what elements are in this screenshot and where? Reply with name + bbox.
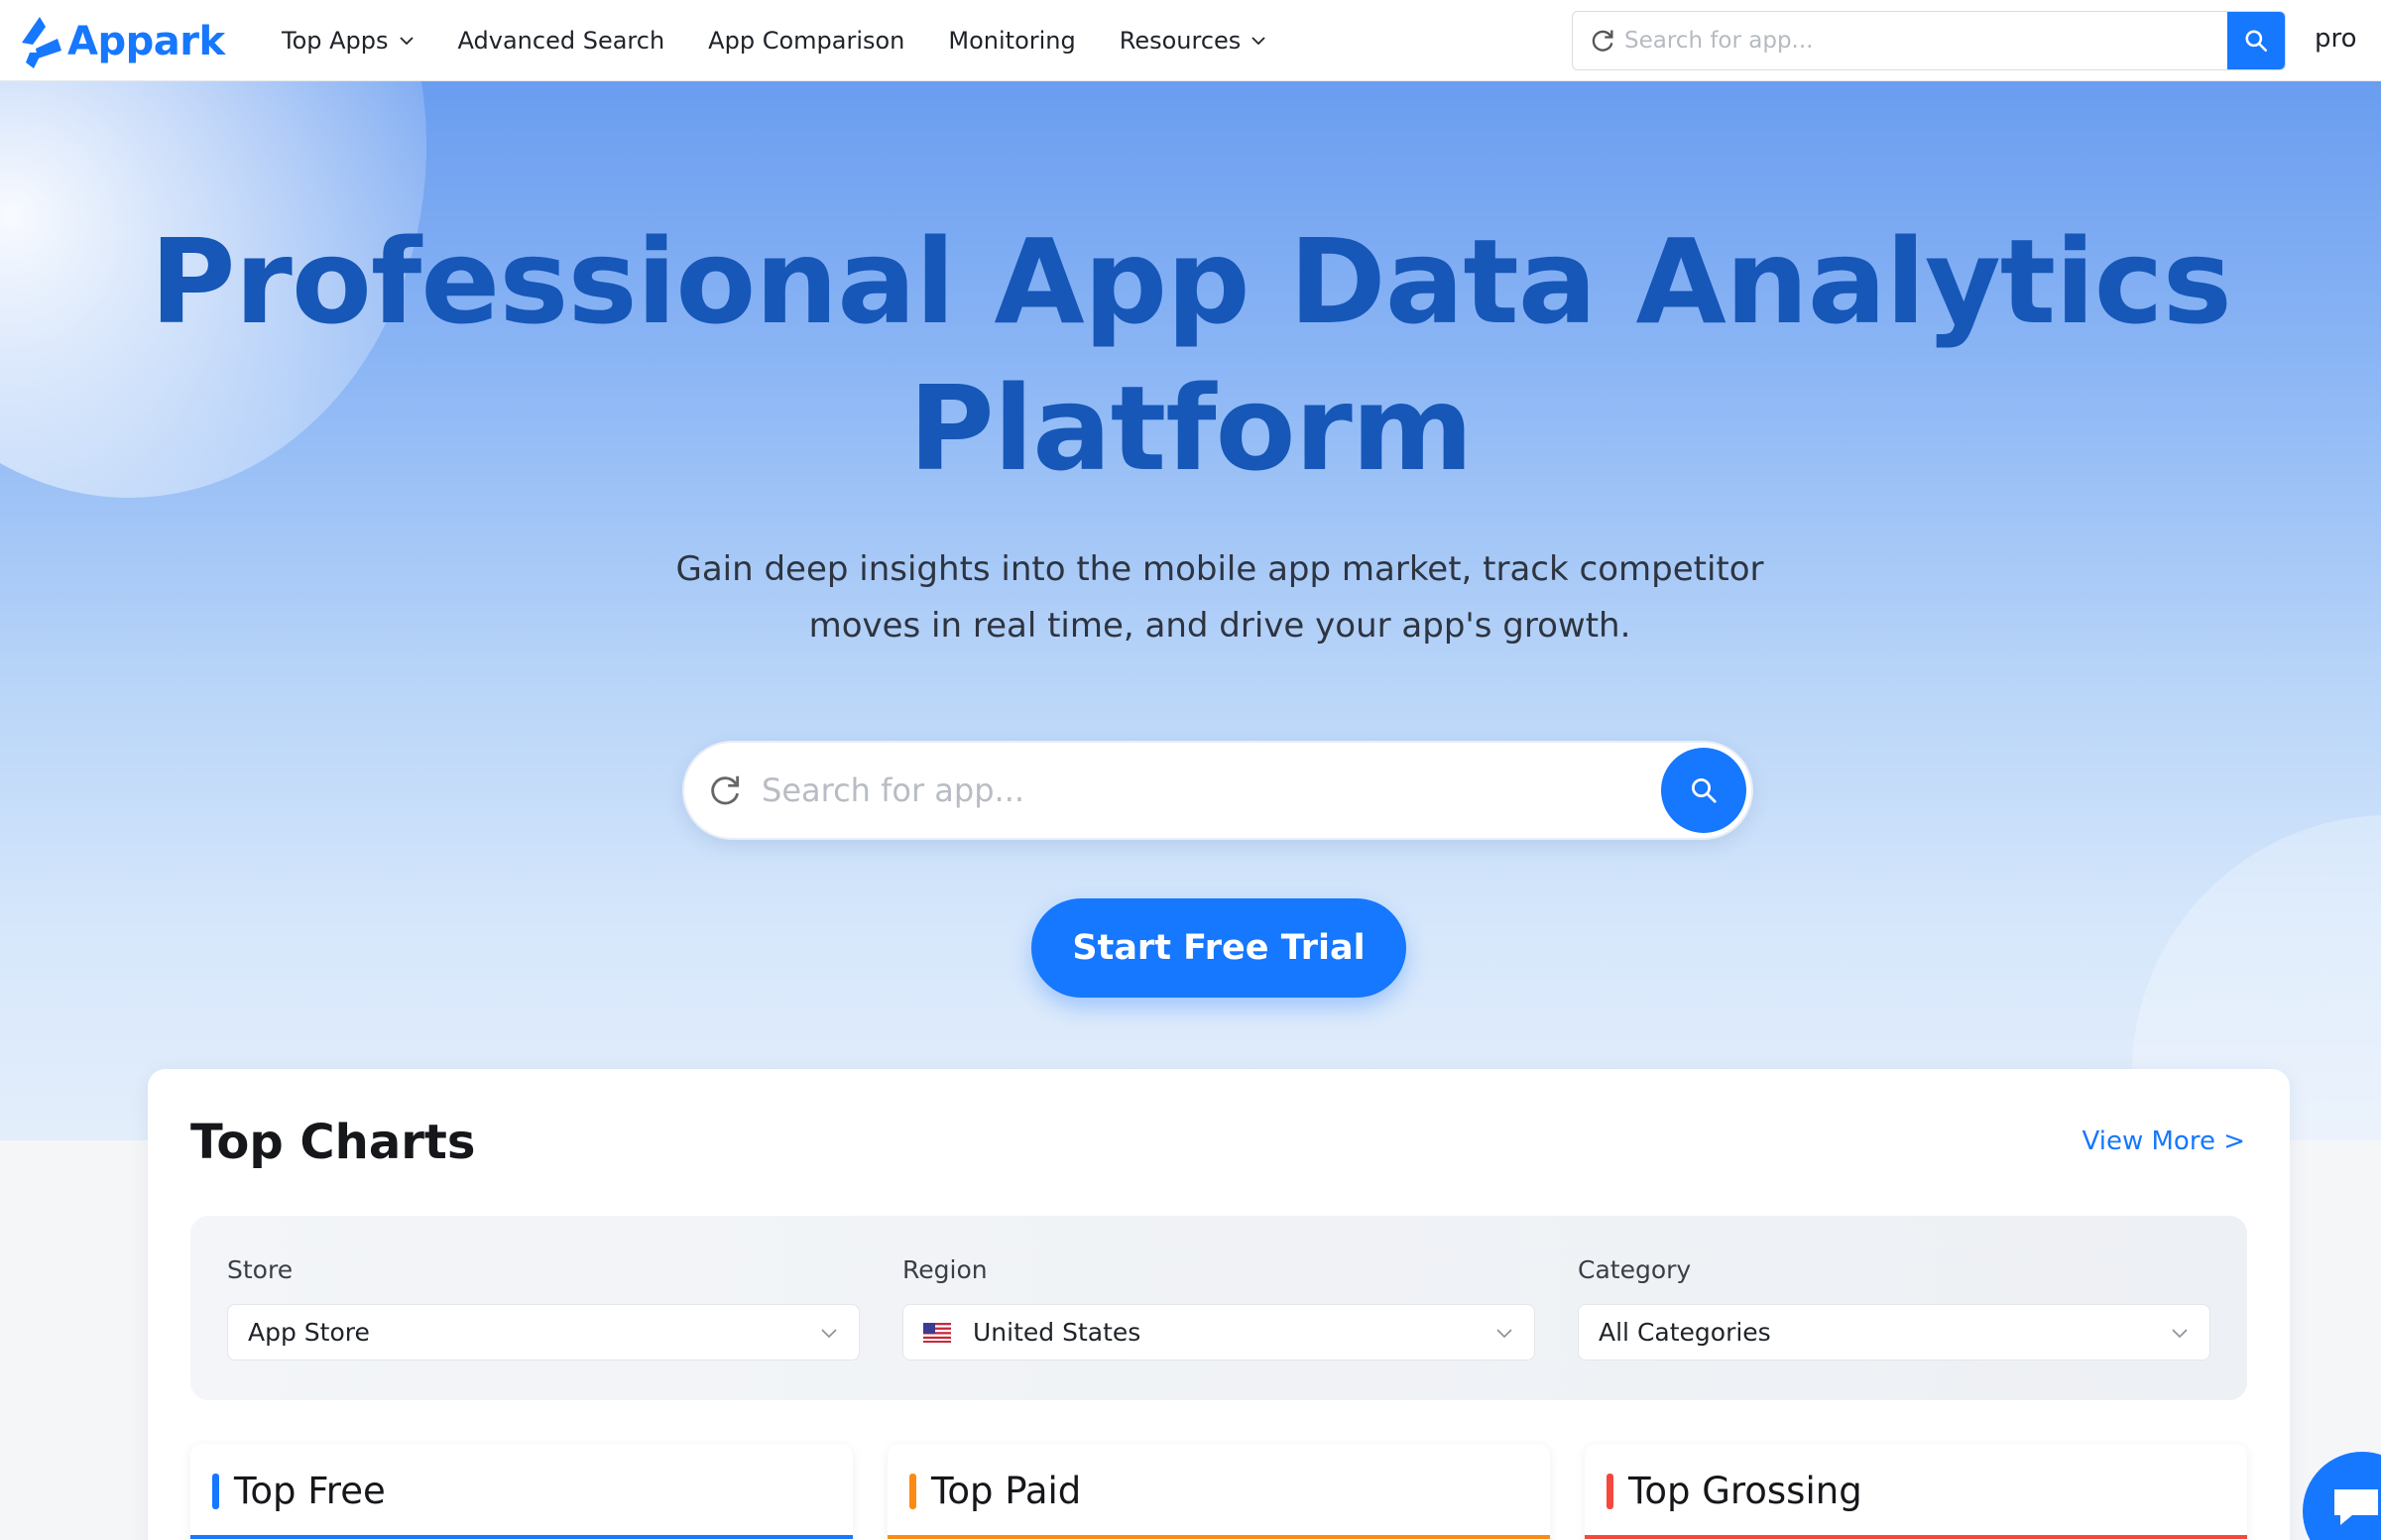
header-search-box — [1572, 11, 2286, 70]
nav-resources-label: Resources — [1119, 27, 1242, 55]
chevron-down-icon — [399, 37, 414, 46]
top-grossing-title: Top Grossing — [1628, 1470, 1862, 1512]
list-underline — [190, 1535, 853, 1539]
header-search-input[interactable] — [1624, 12, 2227, 69]
region-filter-label: Region — [902, 1255, 988, 1284]
search-icon — [2245, 30, 2268, 53]
chart-filters: Store App Store Region United States Cat… — [190, 1216, 2247, 1400]
hero-search-input[interactable] — [762, 743, 1661, 838]
hero-subtitle-line1: Gain deep insights into the mobile app m… — [675, 549, 1764, 589]
chevron-down-icon — [1496, 1328, 1512, 1338]
nav-app-comparison-label: App Comparison — [708, 27, 905, 55]
list-accent-bar — [909, 1474, 916, 1509]
region-filter: Region United States — [902, 1255, 1535, 1361]
store-filter: Store App Store — [227, 1255, 860, 1361]
refresh-icon — [1592, 30, 1613, 52]
nav-top-apps-label: Top Apps — [282, 27, 389, 55]
category-filter: Category All Categories — [1578, 1255, 2210, 1361]
list-underline — [1585, 1535, 2247, 1539]
top-free-title: Top Free — [234, 1470, 386, 1512]
nav-monitoring-label: Monitoring — [948, 27, 1076, 55]
top-free-list: Top Free — [190, 1444, 853, 1540]
top-navbar: Appark Top Apps Advanced Search App Comp… — [0, 0, 2381, 81]
top-charts-title: Top Charts — [190, 1115, 476, 1170]
nav-monitoring[interactable]: Monitoring — [948, 27, 1075, 55]
hero-subtitle: Gain deep insights into the mobile app m… — [645, 541, 1795, 654]
chevron-down-icon — [2172, 1328, 2188, 1338]
chevron-down-icon — [1251, 37, 1265, 46]
hero-title: Professional App Data Analytics Platform — [0, 208, 2381, 502]
start-free-trial-button[interactable]: Start Free Trial — [1031, 898, 1406, 998]
hero-title-line2: Platform — [908, 360, 1474, 497]
top-charts-card: Top Charts View More > Store App Store R… — [148, 1069, 2290, 1540]
main-nav: Top Apps Advanced Search App Comparison … — [282, 0, 1310, 81]
region-select[interactable]: United States — [902, 1304, 1535, 1361]
refresh-icon — [711, 775, 740, 805]
hero-subtitle-line2: moves in real time, and drive your app's… — [808, 606, 1631, 646]
category-select-value: All Categories — [1599, 1318, 1771, 1347]
us-flag-icon — [923, 1322, 951, 1343]
nav-advanced-search-label: Advanced Search — [457, 27, 665, 55]
hero-search-box — [682, 741, 1753, 840]
list-accent-bar — [1607, 1474, 1613, 1509]
category-filter-label: Category — [1578, 1255, 1692, 1284]
top-grossing-list: Top Grossing — [1585, 1444, 2247, 1540]
top-paid-title: Top Paid — [931, 1470, 1082, 1512]
list-accent-bar — [212, 1474, 219, 1509]
nav-top-apps[interactable]: Top Apps — [282, 27, 415, 55]
category-select[interactable]: All Categories — [1578, 1304, 2210, 1361]
region-select-value: United States — [973, 1318, 1141, 1347]
chat-bubble-icon — [2334, 1489, 2378, 1525]
chat-support-button[interactable] — [2303, 1452, 2381, 1540]
view-more-link[interactable]: View More > — [2083, 1126, 2245, 1156]
nav-advanced-search[interactable]: Advanced Search — [458, 27, 665, 55]
hero-search-button[interactable] — [1661, 748, 1746, 833]
brand-name: Appark — [67, 19, 225, 64]
appark-logo-icon — [22, 17, 61, 68]
hero-title-line1: Professional App Data Analytics — [150, 213, 2232, 350]
store-select-value: App Store — [248, 1318, 370, 1347]
top-paid-list: Top Paid — [888, 1444, 1550, 1540]
store-select[interactable]: App Store — [227, 1304, 860, 1361]
list-underline — [888, 1535, 1550, 1539]
nav-app-comparison[interactable]: App Comparison — [708, 27, 904, 55]
header-search-button[interactable] — [2227, 12, 2285, 69]
brand-logo[interactable]: Appark — [16, 13, 225, 70]
user-plan-link[interactable]: pro — [2315, 24, 2357, 54]
hero-section: Professional App Data Analytics Platform… — [0, 81, 2381, 1140]
store-filter-label: Store — [227, 1255, 294, 1284]
nav-resources[interactable]: Resources — [1120, 27, 1267, 55]
chevron-down-icon — [821, 1328, 837, 1338]
search-icon — [1692, 778, 1717, 803]
